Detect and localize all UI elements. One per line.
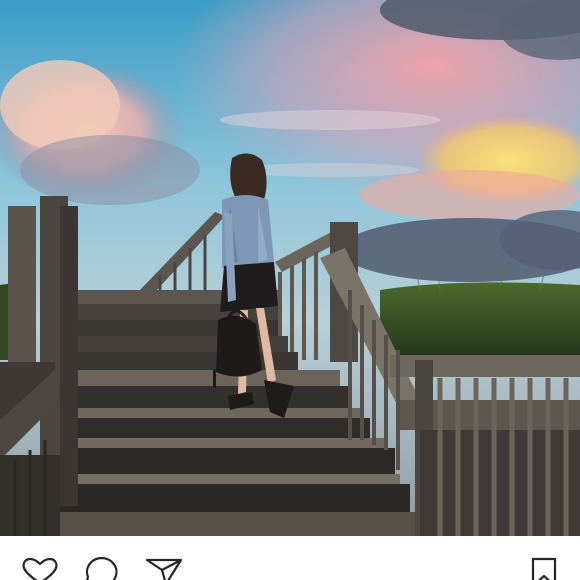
like-button[interactable]	[20, 556, 60, 580]
post-action-bar	[0, 536, 580, 580]
save-button[interactable]	[524, 556, 564, 580]
heart-icon	[22, 557, 58, 580]
post-photo	[0, 0, 580, 536]
comment-icon	[85, 556, 118, 580]
instagram-post	[0, 0, 580, 580]
share-icon	[145, 558, 183, 580]
comment-button[interactable]	[82, 556, 122, 580]
bookmark-icon	[531, 557, 557, 580]
share-button[interactable]	[144, 556, 184, 580]
